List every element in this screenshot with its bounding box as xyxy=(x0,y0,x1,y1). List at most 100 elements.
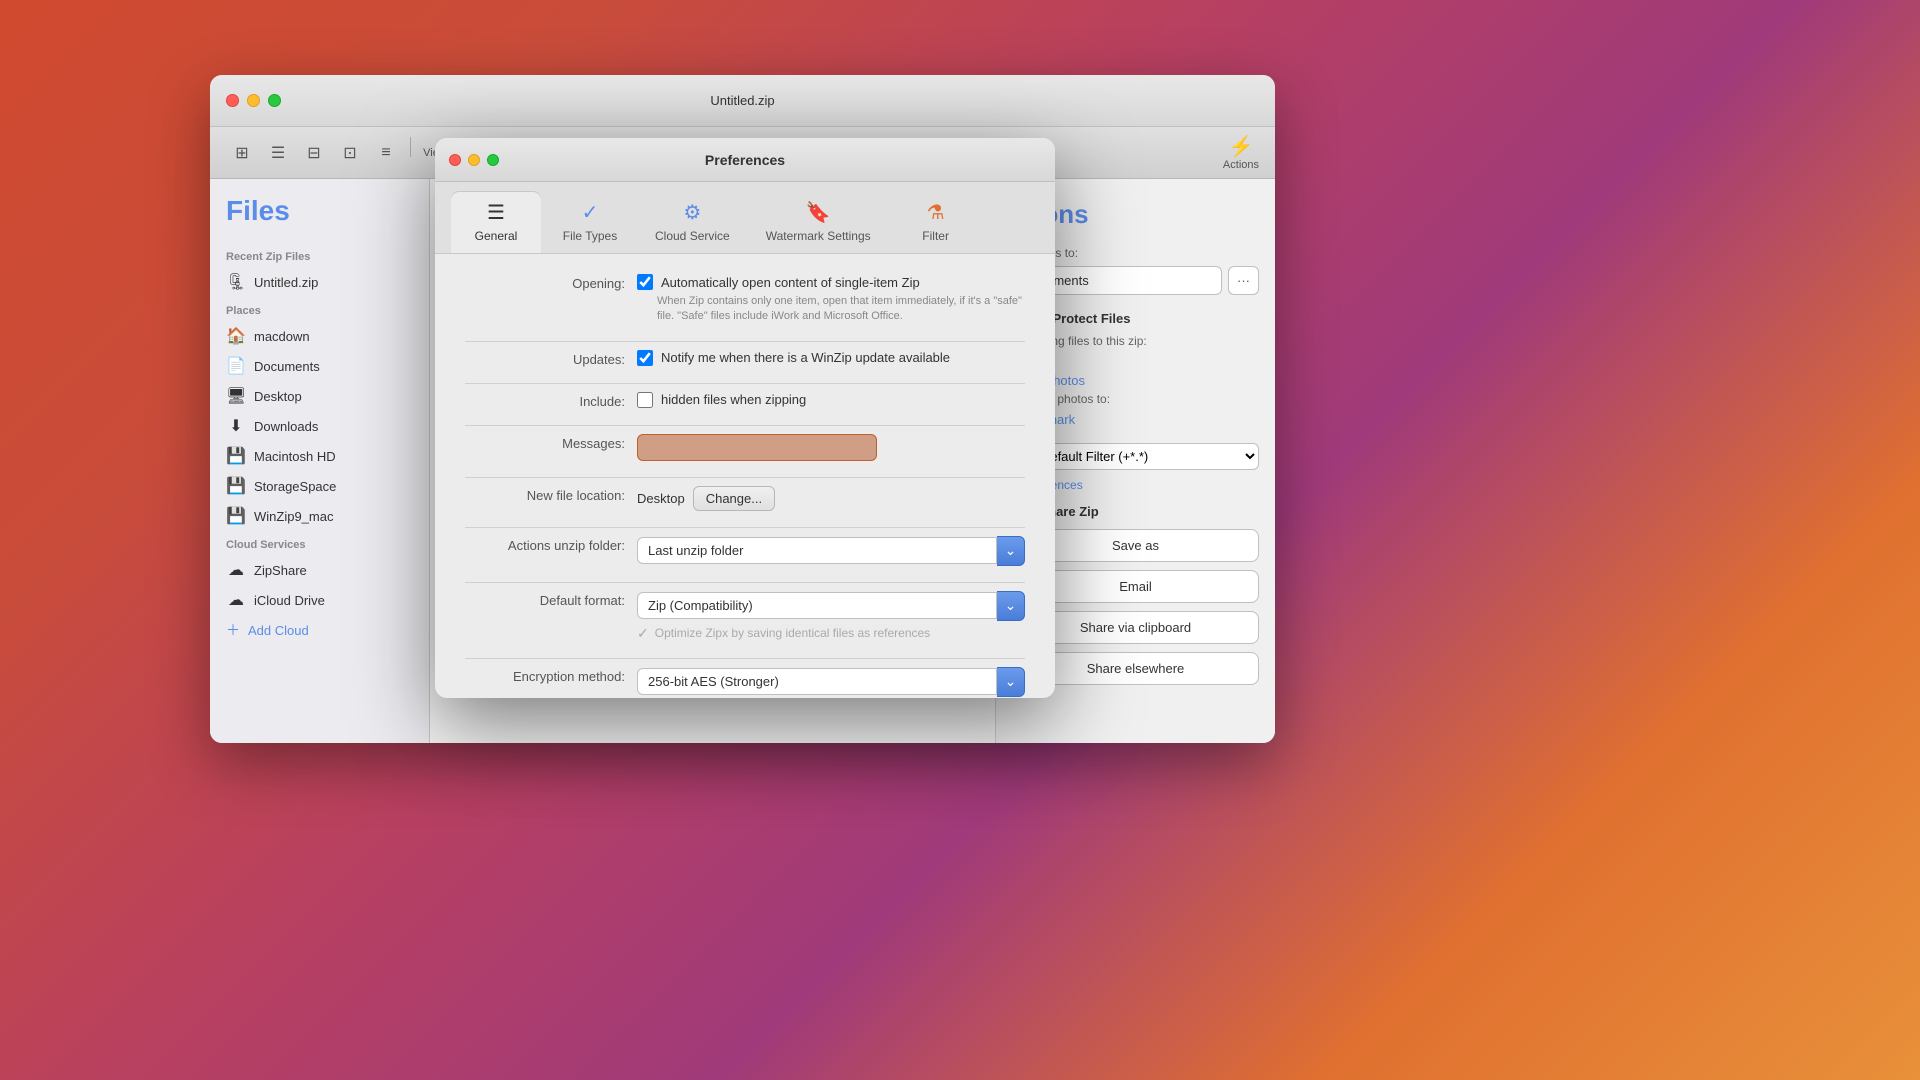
encryption-select[interactable]: 256-bit AES (Stronger) xyxy=(637,668,997,695)
winzip9-label: WinZip9_mac xyxy=(254,509,413,524)
pref-maximize-button[interactable] xyxy=(487,154,499,166)
add-icon: ＋ xyxy=(226,620,240,640)
sidebar-item-untitled-zip[interactable]: 🗜 Untitled.zip xyxy=(218,267,421,297)
divider-7 xyxy=(465,658,1025,659)
updates-checkbox[interactable] xyxy=(637,350,653,366)
include-checkbox-label: hidden files when zipping xyxy=(661,392,806,407)
messages-input[interactable] xyxy=(637,434,877,461)
add-cloud-button[interactable]: ＋ Add Cloud xyxy=(218,615,421,645)
sidebar-title: Files xyxy=(218,195,421,243)
column-view-icon[interactable]: ⊟ xyxy=(298,137,330,169)
winzip-icon: 💾 xyxy=(226,506,246,526)
window-title: Untitled.zip xyxy=(710,93,774,108)
list-view-icon[interactable]: ☰ xyxy=(262,137,294,169)
sidebar-item-storage-space[interactable]: 💾 StorageSpace xyxy=(218,471,421,501)
default-format-row: Default format: Zip (Compatibility) ⌄ ✓ … xyxy=(465,591,1025,642)
change-location-button[interactable]: Change... xyxy=(693,486,775,511)
cloud-service-icon: ⚙ xyxy=(683,200,701,225)
opening-control: Automatically open content of single-ite… xyxy=(637,274,1025,325)
messages-label: Messages: xyxy=(465,434,625,451)
sidebar-item-desktop[interactable]: 🖥 Desktop xyxy=(218,381,421,411)
new-location-row: New file location: Desktop Change... xyxy=(465,486,1025,511)
tab-filter[interactable]: ⚗ Filter xyxy=(891,192,981,253)
updates-label: Updates: xyxy=(465,350,625,367)
include-checkbox[interactable] xyxy=(637,392,653,408)
messages-control xyxy=(637,434,1025,461)
divider-2 xyxy=(465,383,1025,384)
sidebar-item-macintosh-hd[interactable]: 💾 Macintosh HD xyxy=(218,441,421,471)
toolbar-right: ⚡ Actions xyxy=(1223,134,1259,171)
documents-label: Documents xyxy=(254,359,413,374)
pref-traffic-lights xyxy=(449,154,499,166)
updates-checkbox-row: Notify me when there is a WinZip update … xyxy=(637,350,1025,366)
downloads-label: Downloads xyxy=(254,419,413,434)
toolbar-divider xyxy=(410,137,411,157)
downloads-icon: ⬇ xyxy=(226,416,246,436)
unzip-folder-arrow[interactable]: ⌄ xyxy=(997,536,1025,566)
default-format-select[interactable]: Zip (Compatibility) xyxy=(637,592,997,619)
icloud-label: iCloud Drive xyxy=(254,593,413,608)
grid-view-icon[interactable]: ⊞ xyxy=(226,137,258,169)
general-icon: ☰ xyxy=(487,200,505,225)
gallery-view-icon[interactable]: ⊡ xyxy=(334,137,366,169)
optimize-check-icon: ✓ xyxy=(637,625,649,642)
dots-button[interactable]: ··· xyxy=(1228,266,1259,295)
include-checkbox-row: hidden files when zipping xyxy=(637,392,1025,408)
minimize-button[interactable] xyxy=(247,94,260,107)
opening-desc: When Zip contains only one item, open th… xyxy=(657,294,1025,325)
unzip-folder-select-row: Last unzip folder ⌄ xyxy=(637,536,1025,566)
file-types-icon: ✓ xyxy=(582,200,599,225)
title-bar: Untitled.zip xyxy=(210,75,1275,127)
sidebar-item-icloud[interactable]: ☁ iCloud Drive xyxy=(218,585,421,615)
hd-icon: 💾 xyxy=(226,446,246,466)
sidebar-item-macdown[interactable]: 🏠 macdown xyxy=(218,321,421,351)
tab-general[interactable]: ☰ General xyxy=(451,192,541,253)
close-button[interactable] xyxy=(226,94,239,107)
optimize-text: Optimize Zipx by saving identical files … xyxy=(655,626,930,640)
actions-label[interactable]: ⚡ Actions xyxy=(1223,134,1259,171)
maximize-button[interactable] xyxy=(268,94,281,107)
sidebar: Files Recent Zip Files 🗜 Untitled.zip Pl… xyxy=(210,179,430,743)
macintosh-hd-label: Macintosh HD xyxy=(254,449,413,464)
tab-file-types[interactable]: ✓ File Types xyxy=(545,192,635,253)
sidebar-item-winzip9[interactable]: 💾 WinZip9_mac xyxy=(218,501,421,531)
opening-checkbox[interactable] xyxy=(637,274,653,290)
pref-body: Opening: Automatically open content of s… xyxy=(435,254,1055,698)
unzip-folder-select[interactable]: Last unzip folder xyxy=(637,537,997,564)
sidebar-item-documents[interactable]: 📄 Documents xyxy=(218,351,421,381)
path-view-icon[interactable]: ≡ xyxy=(370,137,402,169)
unzip-folder-control: Last unzip folder ⌄ xyxy=(637,536,1025,566)
zipshare-icon: ☁ xyxy=(226,560,246,580)
updates-row: Updates: Notify me when there is a WinZi… xyxy=(465,350,1025,367)
tab-general-label: General xyxy=(475,229,518,243)
watermark-icon: 🔖 xyxy=(806,200,831,225)
unzip-folder-label: Actions unzip folder: xyxy=(465,536,625,553)
pref-tabs: ☰ General ✓ File Types ⚙ Cloud Service 🔖… xyxy=(435,182,1055,254)
encryption-control: 256-bit AES (Stronger) ⌄ xyxy=(637,667,1025,697)
places-section-label: Places xyxy=(218,297,421,321)
pref-close-button[interactable] xyxy=(449,154,461,166)
unzip-folder-row: Actions unzip folder: Last unzip folder … xyxy=(465,536,1025,566)
divider-3 xyxy=(465,425,1025,426)
storage-space-label: StorageSpace xyxy=(254,479,413,494)
pref-minimize-button[interactable] xyxy=(468,154,480,166)
storage-icon: 💾 xyxy=(226,476,246,496)
tab-filter-label: Filter xyxy=(922,229,949,243)
icloud-icon: ☁ xyxy=(226,590,246,610)
filter-select[interactable]: Default Filter (+*.*) xyxy=(1028,443,1259,470)
tab-cloud-service[interactable]: ⚙ Cloud Service xyxy=(639,192,746,253)
sidebar-item-downloads[interactable]: ⬇ Downloads xyxy=(218,411,421,441)
tab-watermark[interactable]: 🔖 Watermark Settings xyxy=(750,192,887,253)
tab-cloud-service-label: Cloud Service xyxy=(655,229,730,243)
default-format-arrow[interactable]: ⌄ xyxy=(997,591,1025,621)
sidebar-item-zipshare[interactable]: ☁ ZipShare xyxy=(218,555,421,585)
encryption-arrow[interactable]: ⌄ xyxy=(997,667,1025,697)
cloud-section-label: Cloud Services xyxy=(218,531,421,555)
desktop-icon: 🖥 xyxy=(226,386,246,406)
divider-5 xyxy=(465,527,1025,528)
new-location-control: Desktop Change... xyxy=(637,486,1025,511)
preferences-dialog: Preferences ☰ General ✓ File Types ⚙ Clo… xyxy=(435,138,1055,698)
encryption-label: Encryption method: xyxy=(465,667,625,684)
sidebar-item-label: Untitled.zip xyxy=(254,275,413,290)
desktop-label: Desktop xyxy=(254,389,413,404)
